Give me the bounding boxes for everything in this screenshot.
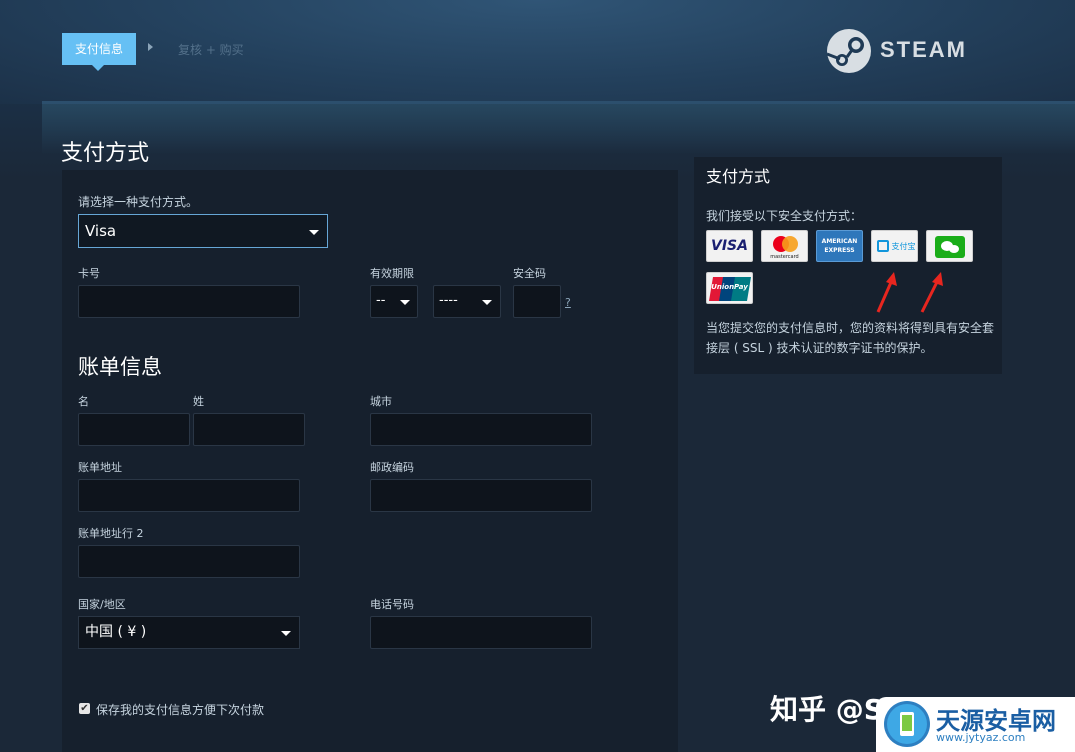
step-review-purchase[interactable]: 复核 + 购买 xyxy=(178,41,244,58)
country-label: 国家/地区 xyxy=(78,598,126,611)
card-number-label: 卡号 xyxy=(78,267,100,280)
expiry-label: 有效期限 xyxy=(370,267,414,280)
phone-label: 电话号码 xyxy=(370,598,414,611)
wechat-pay-icon xyxy=(926,230,973,262)
site-watermark-url: www.jytyaz.com xyxy=(936,731,1026,744)
page-title: 支付方式 xyxy=(61,141,150,166)
address2-label: 账单地址行 2 xyxy=(78,527,144,540)
steam-logo-icon xyxy=(826,29,871,73)
city-input[interactable] xyxy=(370,413,592,446)
address2-input[interactable] xyxy=(78,545,300,578)
chevron-down-icon xyxy=(309,230,319,235)
amex-card-icon: AMERICAN EXPRESS xyxy=(816,230,863,262)
expiry-month-select[interactable]: -- xyxy=(370,285,418,318)
alipay-icon: 支付宝 xyxy=(871,230,918,262)
site-logo-icon xyxy=(884,701,930,747)
first-name-label: 名 xyxy=(78,395,89,408)
postal-code-input[interactable] xyxy=(370,479,592,512)
visa-card-icon: VISA xyxy=(706,230,753,262)
address-input[interactable] xyxy=(78,479,300,512)
steam-wordmark: STEAM xyxy=(880,37,967,62)
side-panel-title: 支付方式 xyxy=(706,167,771,186)
country-value: 中国 ( ¥ ) xyxy=(85,624,147,640)
red-arrow-alipay-icon xyxy=(876,272,897,313)
cvv-input[interactable] xyxy=(513,285,561,318)
last-name-label: 姓 xyxy=(193,395,204,408)
save-payment-label[interactable]: 保存我的支付信息方便下次付款 xyxy=(96,701,264,718)
country-select[interactable]: 中国 ( ¥ ) xyxy=(78,616,300,649)
phone-logo-icon xyxy=(887,704,927,744)
expiry-year-value: ---- xyxy=(439,293,458,308)
last-name-input[interactable] xyxy=(193,413,305,446)
chevron-down-icon xyxy=(400,300,410,305)
accepted-methods-text: 我们接受以下安全支付方式： xyxy=(706,209,863,223)
phone-input[interactable] xyxy=(370,616,592,649)
red-arrow-wechat-icon xyxy=(920,272,943,313)
step-chevron-right-icon xyxy=(148,43,153,51)
payment-method-select[interactable]: Visa xyxy=(78,214,328,248)
step-payment-info[interactable]: 支付信息 xyxy=(62,33,136,71)
zhihu-watermark: 知乎 @S xyxy=(770,693,884,726)
chevron-down-icon xyxy=(281,631,291,636)
billing-section-title: 账单信息 xyxy=(78,355,162,379)
wechat-bubbles-icon xyxy=(941,241,959,253)
save-payment-checkbox[interactable]: ✔ xyxy=(79,703,90,714)
payment-method-prompt: 请选择一种支付方式。 xyxy=(78,195,199,209)
mastercard-icon: mastercard xyxy=(761,230,808,262)
unionpay-icon: UnionPay xyxy=(706,272,753,304)
payment-method-value: Visa xyxy=(85,222,117,240)
card-number-input[interactable] xyxy=(78,285,300,318)
header-glow xyxy=(42,104,1075,154)
expiry-year-select[interactable]: ---- xyxy=(433,285,501,318)
postal-code-label: 邮政编码 xyxy=(370,461,414,474)
address-label: 账单地址 xyxy=(78,461,122,474)
ssl-security-note: 当您提交您的支付信息时，您的资料将得到具有安全套接层 ( SSL ) 技术认证的… xyxy=(706,321,995,355)
cvv-label: 安全码 xyxy=(513,267,546,280)
cvv-help-link[interactable]: ? xyxy=(565,296,571,309)
city-label: 城市 xyxy=(370,395,392,408)
expiry-month-value: -- xyxy=(376,293,386,308)
chevron-down-icon xyxy=(482,300,492,305)
first-name-input[interactable] xyxy=(78,413,190,446)
